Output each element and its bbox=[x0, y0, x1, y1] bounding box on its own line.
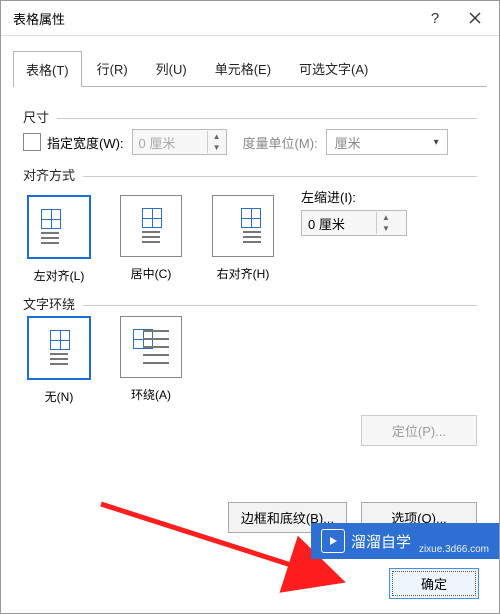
measure-unit-select[interactable]: 厘米 ▾ bbox=[326, 129, 448, 155]
align-left-option[interactable]: 左对齐(L) bbox=[23, 195, 95, 284]
group-size: 尺寸 指定宽度(W): ▲▼ 度量单位(M): 厘米 ▾ bbox=[23, 107, 477, 155]
footer-buttons: 确定 bbox=[21, 568, 479, 599]
window-title: 表格属性 bbox=[13, 9, 415, 28]
spinner-arrows[interactable]: ▲▼ bbox=[376, 212, 395, 234]
wrap-around-icon bbox=[120, 316, 182, 378]
preferred-width-spinner[interactable]: ▲▼ bbox=[132, 129, 227, 155]
align-center-option[interactable]: 居中(C) bbox=[115, 195, 187, 284]
indent-label: 左缩进(I): bbox=[301, 187, 399, 206]
watermark: 溜溜自学 zixue.3d66.com bbox=[311, 523, 499, 559]
preferred-width-checkbox[interactable] bbox=[23, 133, 41, 151]
align-center-label: 居中(C) bbox=[115, 265, 187, 282]
close-button[interactable] bbox=[455, 4, 495, 32]
close-icon bbox=[469, 12, 481, 24]
size-section-title: 尺寸 bbox=[23, 107, 57, 126]
help-button[interactable]: ? bbox=[415, 4, 455, 32]
divider bbox=[23, 305, 477, 306]
align-left-label: 左对齐(L) bbox=[23, 267, 95, 284]
alignment-section-title: 对齐方式 bbox=[23, 165, 83, 184]
preferred-width-input[interactable] bbox=[133, 131, 207, 153]
titlebar: 表格属性 ? bbox=[1, 1, 499, 36]
preferred-width-label: 指定宽度(W): bbox=[47, 133, 124, 152]
group-wrap: 文字环绕 无(N) 环绕(A) bbox=[23, 294, 477, 405]
alignment-options: 左对齐(L) 居中(C) 右对齐(H) bbox=[23, 195, 279, 284]
align-right-option[interactable]: 右对齐(H) bbox=[207, 195, 279, 284]
align-right-icon bbox=[212, 195, 274, 257]
play-icon bbox=[321, 529, 345, 553]
chevron-down-icon: ▾ bbox=[430, 137, 443, 148]
indent-spinner[interactable]: ▲▼ bbox=[301, 210, 407, 236]
positioning-button-wrap: 定位(P)... bbox=[361, 415, 477, 446]
group-alignment: 对齐方式 左对齐(L) 居中(C) 右对齐(H) bbox=[23, 165, 477, 284]
measure-unit-label: 度量单位(M): bbox=[243, 133, 318, 152]
tab-cell[interactable]: 单元格(E) bbox=[202, 50, 284, 86]
divider bbox=[23, 176, 477, 177]
watermark-brand: 溜溜自学 bbox=[351, 531, 411, 552]
tab-content: 尺寸 指定宽度(W): ▲▼ 度量单位(M): 厘米 ▾ 对齐方式 bbox=[1, 87, 499, 405]
indent-input[interactable] bbox=[302, 212, 376, 234]
tab-column[interactable]: 列(U) bbox=[143, 50, 200, 86]
positioning-button: 定位(P)... bbox=[361, 415, 477, 446]
align-right-label: 右对齐(H) bbox=[207, 265, 279, 282]
wrap-options: 无(N) 环绕(A) bbox=[23, 316, 477, 405]
measure-unit-value: 厘米 bbox=[335, 133, 430, 152]
wrap-around-option[interactable]: 环绕(A) bbox=[115, 316, 187, 405]
tab-alttext[interactable]: 可选文字(A) bbox=[286, 50, 381, 86]
spinner-arrows[interactable]: ▲▼ bbox=[207, 131, 226, 153]
wrap-none-label: 无(N) bbox=[23, 388, 95, 405]
window: 表格属性 ? 表格(T) 行(R) 列(U) 单元格(E) 可选文字(A) 尺寸… bbox=[0, 0, 500, 614]
ok-button[interactable]: 确定 bbox=[389, 568, 479, 599]
align-left-icon bbox=[27, 195, 91, 259]
tab-row[interactable]: 行(R) bbox=[84, 50, 141, 86]
align-center-icon bbox=[120, 195, 182, 257]
wrap-none-icon bbox=[27, 316, 91, 380]
tab-table[interactable]: 表格(T) bbox=[13, 51, 82, 87]
tab-bar: 表格(T) 行(R) 列(U) 单元格(E) 可选文字(A) bbox=[13, 50, 487, 87]
wrap-section-title: 文字环绕 bbox=[23, 294, 83, 313]
watermark-url: zixue.3d66.com bbox=[419, 544, 489, 559]
divider bbox=[23, 118, 477, 119]
wrap-none-option[interactable]: 无(N) bbox=[23, 316, 95, 405]
wrap-around-label: 环绕(A) bbox=[115, 386, 187, 403]
